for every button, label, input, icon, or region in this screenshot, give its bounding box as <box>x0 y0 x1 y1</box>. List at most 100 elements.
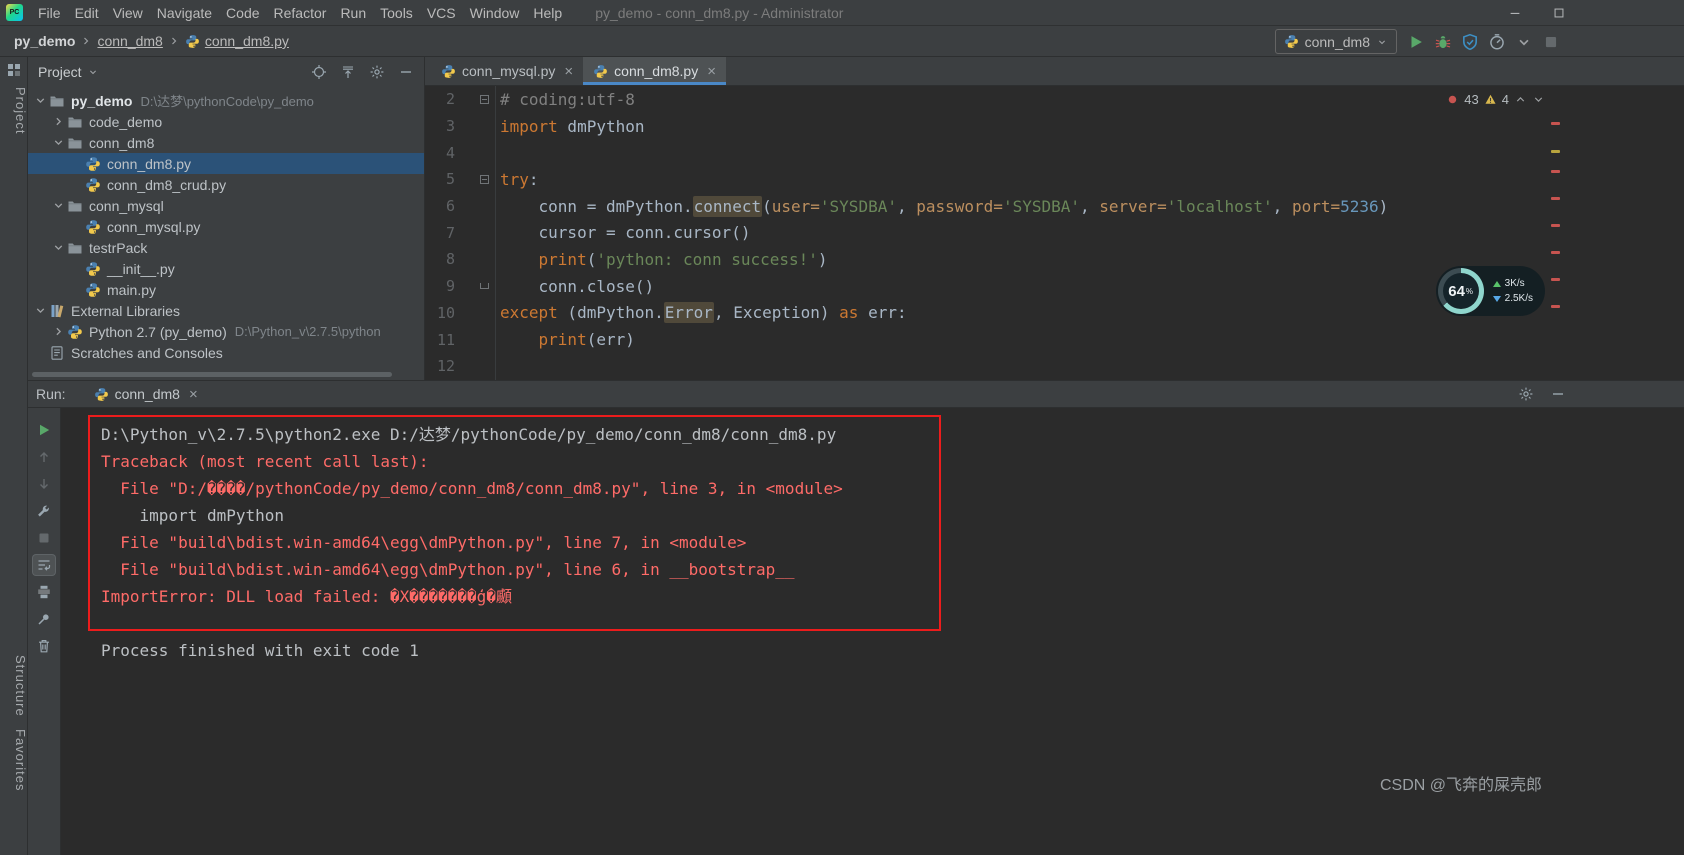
run-tab-conn-dm8[interactable]: conn_dm8 × <box>94 386 198 402</box>
rerun-button[interactable] <box>33 420 55 440</box>
tree-item-testrpack[interactable]: testrPack <box>28 237 424 258</box>
usage-ring: 64% <box>1437 268 1484 314</box>
tree-item-scratches-and-consoles[interactable]: Scratches and Consoles <box>28 342 424 363</box>
code-text: print('python: conn success!') <box>538 249 828 269</box>
select-opened-file-button[interactable] <box>311 64 327 80</box>
clear-console-button[interactable] <box>33 636 55 656</box>
menu-edit[interactable]: Edit <box>68 2 106 24</box>
chevron-down-icon[interactable] <box>34 304 47 317</box>
tree-item-conn-mysql[interactable]: conn_mysql <box>28 195 424 216</box>
warning-stripe-mark[interactable] <box>1551 150 1560 153</box>
fold-marker[interactable] <box>455 94 495 104</box>
more-run-options-button[interactable] <box>1515 33 1533 51</box>
tab-label: conn_dm8.py <box>614 63 699 79</box>
breadcrumb-conn-dm8[interactable]: conn_dm8 <box>97 33 162 49</box>
project-stripe-button[interactable]: Project <box>0 87 28 134</box>
run-config-selector[interactable]: conn_dm8 <box>1274 29 1397 54</box>
menu-vcs[interactable]: VCS <box>420 2 463 24</box>
print-button[interactable] <box>33 582 55 602</box>
chevron-down-icon[interactable] <box>1532 93 1545 106</box>
code-line-4[interactable]: 4 <box>425 139 1684 166</box>
tree-item-py-demo[interactable]: py_demo D:\达梦\pythonCode\py_demo <box>28 90 424 111</box>
debug-button[interactable] <box>1434 33 1452 51</box>
editor-tab-conn-dm8-py[interactable]: conn_dm8.py × <box>583 57 726 85</box>
menu-code[interactable]: Code <box>219 2 266 24</box>
menu-refactor[interactable]: Refactor <box>267 2 334 24</box>
editor-tab-conn-mysql-py[interactable]: conn_mysql.py × <box>431 57 583 85</box>
code-line-5[interactable]: 5 try: <box>425 166 1684 193</box>
menu-tools[interactable]: Tools <box>373 2 420 24</box>
profiler-button[interactable] <box>1488 33 1506 51</box>
close-icon[interactable]: × <box>189 387 198 402</box>
chevron-right-icon[interactable] <box>52 325 65 338</box>
tree-item-conn-dm8-crud-py[interactable]: conn_dm8_crud.py <box>28 174 424 195</box>
run-with-coverage-button[interactable] <box>1461 33 1479 51</box>
chevron-down-icon[interactable] <box>52 241 65 254</box>
code-line-12[interactable]: 12 <box>425 353 1684 380</box>
error-stripe-mark[interactable] <box>1551 224 1560 227</box>
soft-wrap-toggle[interactable] <box>33 555 55 575</box>
editor[interactable]: 2 # coding:utf-8 3 import dmPython 4 5 try: 6 c… <box>425 86 1684 380</box>
code-line-7[interactable]: 7 cursor = conn.cursor() <box>425 219 1684 246</box>
error-stripe-mark[interactable] <box>1551 197 1560 200</box>
inspections-widget[interactable]: 43 4 <box>1446 92 1545 107</box>
breadcrumb-conn-dm8-py[interactable]: conn_dm8.py <box>185 33 289 49</box>
code-line-3[interactable]: 3 import dmPython <box>425 113 1684 140</box>
menu-file[interactable]: File <box>31 2 68 24</box>
tree-item-main-py[interactable]: main.py <box>28 279 424 300</box>
tree-item-conn-dm8-py[interactable]: conn_dm8.py <box>28 153 424 174</box>
structure-stripe-button[interactable]: Structure <box>0 655 28 717</box>
error-stripe-mark[interactable] <box>1551 170 1560 173</box>
error-stripe-mark[interactable] <box>1551 278 1560 281</box>
error-stripe-mark[interactable] <box>1551 251 1560 254</box>
horizontal-scrollbar[interactable] <box>32 372 392 377</box>
line-number: 11 <box>436 330 455 349</box>
python-icon <box>441 64 456 79</box>
close-icon[interactable]: × <box>707 64 716 79</box>
chevron-down-icon[interactable] <box>52 199 65 212</box>
error-stripe-mark[interactable] <box>1551 122 1560 125</box>
tree-item-conn-dm8[interactable]: conn_dm8 <box>28 132 424 153</box>
favorites-stripe-button[interactable]: Favorites <box>0 729 28 791</box>
library-icon <box>49 303 65 319</box>
menu-window[interactable]: Window <box>463 2 527 24</box>
minimize-icon[interactable] <box>1508 6 1522 20</box>
menu-run[interactable]: Run <box>333 2 373 24</box>
run-button[interactable] <box>1407 33 1425 51</box>
project-options-button[interactable] <box>369 64 385 80</box>
chevron-down-icon[interactable] <box>52 136 65 149</box>
chevron-up-icon[interactable] <box>1514 93 1527 106</box>
tree-item-conn-mysql-py[interactable]: conn_mysql.py <box>28 216 424 237</box>
tree-item-init-py[interactable]: __init__.py <box>28 258 424 279</box>
fold-marker[interactable] <box>455 174 495 184</box>
tree-item-python-2-7-py-demo[interactable]: Python 2.7 (py_demo) D:\Python_v\2.7.5\py… <box>28 321 424 342</box>
gear-icon[interactable] <box>1518 386 1534 402</box>
chevron-down-icon[interactable] <box>34 94 47 107</box>
tree-item-code-demo[interactable]: code_demo <box>28 111 424 132</box>
code-line-11[interactable]: 11 print(err) <box>425 326 1684 353</box>
fold-marker[interactable] <box>455 283 495 290</box>
chevron-right-icon[interactable] <box>52 115 65 128</box>
project-view-selector[interactable]: Project <box>38 64 99 80</box>
next-stack-trace-button <box>33 474 55 494</box>
menu-view[interactable]: View <box>106 2 150 24</box>
crumb-label: conn_dm8.py <box>204 33 289 49</box>
code-line-6[interactable]: 6 conn = dmPython.connect(user='SYSDBA',… <box>425 193 1684 220</box>
maximize-icon[interactable] <box>1552 6 1566 20</box>
print-icon <box>36 584 52 600</box>
run-toolbar <box>28 408 61 855</box>
breadcrumb-py-demo[interactable]: py_demo <box>14 33 75 49</box>
tree-item-external-libraries[interactable]: External Libraries <box>28 300 424 321</box>
close-icon[interactable]: × <box>564 64 573 79</box>
hide-icon[interactable] <box>1550 386 1566 402</box>
menu-navigate[interactable]: Navigate <box>150 2 219 24</box>
error-stripe-mark[interactable] <box>1551 305 1560 308</box>
collapse-all-button[interactable] <box>340 64 356 80</box>
tool-windows-icon[interactable] <box>6 62 22 78</box>
net-speeds: 3K/s 2.5K/s <box>1492 278 1533 304</box>
network-monitor-overlay: 64% 3K/s 2.5K/s <box>1435 266 1545 316</box>
hide-panel-button[interactable] <box>398 64 414 80</box>
menu-help[interactable]: Help <box>526 2 569 24</box>
pin-tab-toggle[interactable] <box>33 609 55 629</box>
console-settings-button[interactable] <box>33 501 55 521</box>
